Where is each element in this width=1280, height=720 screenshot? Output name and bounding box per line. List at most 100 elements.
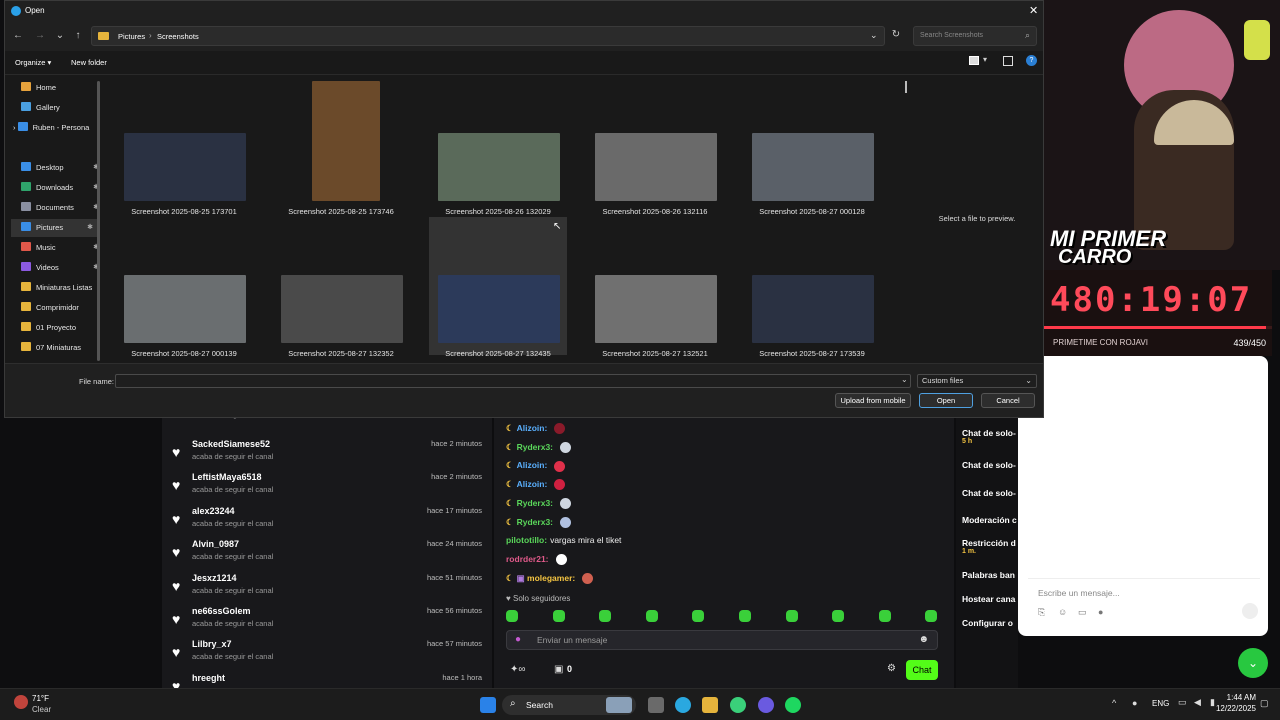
file-tile[interactable]: Screenshot 2025-08-26 132029 (423, 75, 573, 216)
emote-icon[interactable] (878, 610, 891, 622)
file-thumbnail[interactable] (752, 133, 874, 201)
windows-start-icon[interactable] (480, 697, 496, 713)
filename-input[interactable] (115, 374, 911, 388)
chat-username[interactable]: rodrder21: (506, 554, 549, 564)
nav-item[interactable]: › Ruben - Persona (13, 119, 97, 137)
network-icon[interactable]: ▭ (1178, 697, 1187, 708)
attach-icon[interactable]: ⎘ (1038, 607, 1045, 618)
taskbar-search[interactable]: ⌕ Search (502, 695, 636, 715)
back-arrow-icon[interactable]: ← (11, 29, 25, 43)
notification-icon[interactable]: ▢ (1260, 698, 1269, 709)
nav-item[interactable]: Downloads✱ (21, 179, 105, 197)
view-dropdown-icon[interactable]: ▾ (983, 55, 987, 64)
emote-icon[interactable] (599, 610, 612, 622)
voice-icon[interactable]: ● (1098, 607, 1103, 617)
side-chat-composer[interactable]: Escribe un mensaje... ⎘ ☺ ▭ ● (1028, 578, 1260, 622)
file-thumbnail[interactable] (438, 275, 560, 343)
organize-button[interactable]: Organize ▾ (15, 58, 51, 67)
emote-icon[interactable] (645, 610, 658, 622)
new-folder-button[interactable]: New folder (71, 58, 107, 67)
spotify-icon[interactable] (785, 697, 801, 713)
file-thumbnail[interactable] (595, 133, 717, 201)
file-thumbnail[interactable] (124, 133, 246, 201)
file-thumbnail[interactable] (281, 275, 403, 343)
cancel-button[interactable]: Cancel (981, 393, 1035, 408)
tray-chevron-icon[interactable]: ^ (1112, 698, 1116, 708)
file-explorer-icon[interactable] (702, 697, 718, 713)
file-tile[interactable]: Screenshot 2025-08-27 000128 (737, 75, 887, 216)
chat-username[interactable]: Ryderx3: (517, 517, 553, 527)
nav-item[interactable]: 01 Proyecto (21, 319, 105, 337)
chat-username[interactable]: molegamer: (527, 573, 575, 583)
search-input[interactable]: Search Screenshots ⌕ (913, 26, 1037, 46)
scroll-down-icon[interactable]: ⌄ (1238, 648, 1268, 678)
discord-icon[interactable] (758, 697, 774, 713)
chat-username[interactable]: Ryderx3: (517, 498, 553, 508)
send-icon[interactable] (1242, 603, 1258, 619)
emote-icon[interactable] (925, 610, 938, 622)
moderation-item[interactable]: Chat de solo- (962, 488, 1020, 498)
image-icon[interactable]: ▭ (1078, 607, 1087, 618)
recent-chevron-icon[interactable]: ⌄ (53, 29, 67, 43)
file-tile[interactable]: Screenshot 2025-08-26 132116 (580, 75, 730, 216)
nav-item[interactable]: Home (21, 79, 105, 97)
moderation-item[interactable]: Palabras ban (962, 570, 1020, 580)
up-arrow-icon[interactable]: ↑ (71, 29, 85, 43)
emote-bar[interactable] (506, 610, 938, 624)
filename-dropdown-icon[interactable]: ⌄ (901, 375, 908, 384)
gift-icon[interactable]: ▣ (554, 664, 563, 675)
nav-item[interactable]: Music✱ (21, 239, 105, 257)
settings-gear-icon[interactable]: ⚙ (887, 663, 896, 674)
emote-icon[interactable] (552, 610, 565, 622)
nav-item[interactable]: Pictures ✱ (11, 219, 99, 237)
chat-username[interactable]: pilototillo: (506, 535, 547, 545)
chat-username[interactable]: Alizoin: (517, 423, 548, 433)
file-tile[interactable]: Screenshot 2025-08-27 132435 (429, 217, 567, 358)
follow-row[interactable]: ♥ ne66ssGolem acaba de seguir el canal hace… (172, 605, 482, 638)
forward-arrow-icon[interactable]: → (33, 29, 47, 43)
emote-icon[interactable] (692, 610, 705, 622)
moderation-item[interactable]: Chat de solo- 5 h (962, 428, 1020, 445)
chat-username[interactable]: Alizoin: (517, 460, 548, 470)
language-indicator[interactable]: ENG (1152, 699, 1169, 708)
nav-item[interactable]: Videos✱ (21, 259, 105, 277)
file-tile[interactable]: Screenshot 2025-08-27 000139 (109, 217, 259, 358)
moderation-item[interactable]: Hostear cana (962, 594, 1020, 604)
emoji-icon[interactable]: ☻ (918, 634, 929, 645)
clock-time[interactable]: 1:44 AM (1224, 693, 1256, 702)
file-tile[interactable]: Screenshot 2025-08-25 173701 (109, 75, 259, 216)
mic-icon[interactable]: ● (515, 634, 521, 645)
nav-scrollbar[interactable] (97, 81, 100, 361)
breadcrumb-pictures[interactable]: Pictures (118, 32, 145, 41)
follow-row[interactable]: ♥ LeftistMaya6518 acaba de seguir el canal… (172, 471, 482, 504)
clock-date[interactable]: 12/22/2025 (1212, 704, 1256, 713)
task-view-icon[interactable] (648, 697, 664, 713)
chrome-icon[interactable] (730, 697, 746, 713)
emote-icon[interactable] (832, 610, 845, 622)
chat-input[interactable]: ● Enviar un mensaje ☻ (506, 630, 938, 650)
upload-from-mobile-button[interactable]: Upload from mobile (835, 393, 911, 408)
close-icon[interactable]: ✕ (1029, 4, 1038, 17)
tray-mic-icon[interactable]: ● (1132, 698, 1137, 708)
preview-pane-icon[interactable] (1003, 56, 1013, 66)
file-thumbnail[interactable] (438, 133, 560, 201)
file-thumbnail[interactable] (124, 275, 246, 343)
moderation-item[interactable]: Configurar o (962, 618, 1020, 628)
channel-points-icon[interactable]: ✦∞ (510, 664, 526, 675)
file-tile[interactable]: Screenshot 2025-08-25 173746 (266, 75, 416, 216)
file-scrollbar[interactable] (905, 81, 907, 93)
smiley-icon[interactable]: ☺ (1058, 607, 1067, 617)
weather-temp[interactable]: 71°F (32, 694, 49, 703)
file-tile[interactable]: Screenshot 2025-08-27 132521 (580, 217, 730, 358)
follow-row[interactable]: ♥ Alvin_0987 acaba de seguir el canal hace … (172, 538, 482, 571)
moderation-item[interactable]: Chat de solo- (962, 460, 1020, 470)
chat-username[interactable]: Alizoin: (517, 479, 548, 489)
follow-row[interactable]: ♥ Jesxz1214 acaba de seguir el canal hace 5… (172, 572, 482, 605)
emote-icon[interactable] (506, 610, 518, 622)
filetype-select[interactable]: Custom files ⌄ (917, 374, 1037, 388)
nav-item[interactable]: 07 Miniaturas (21, 339, 105, 357)
view-icon[interactable] (969, 56, 979, 65)
follow-row[interactable]: ♥ alex23244 acaba de seguir el canal hace 1… (172, 505, 482, 538)
edge-icon[interactable] (675, 697, 691, 713)
follow-row[interactable]: ♥ Lilbry_x7 acaba de seguir el canal hace 5… (172, 638, 482, 671)
